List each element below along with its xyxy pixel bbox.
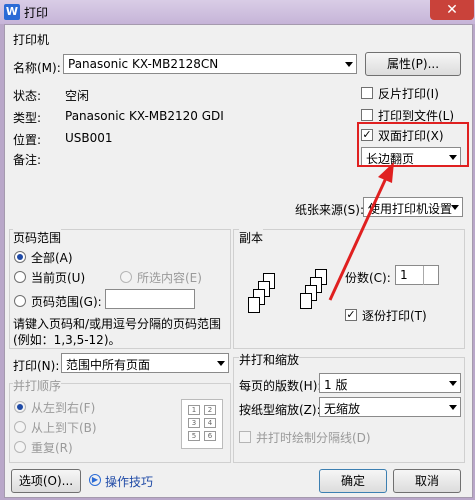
arrow-line — [328, 177, 388, 301]
print-dialog-window: W 打印 ✕ 打印机 名称(M): Panasonic KX-MB2128CN … — [0, 0, 475, 500]
arrow-head — [378, 162, 394, 183]
red-arrow-annotation — [328, 162, 394, 301]
